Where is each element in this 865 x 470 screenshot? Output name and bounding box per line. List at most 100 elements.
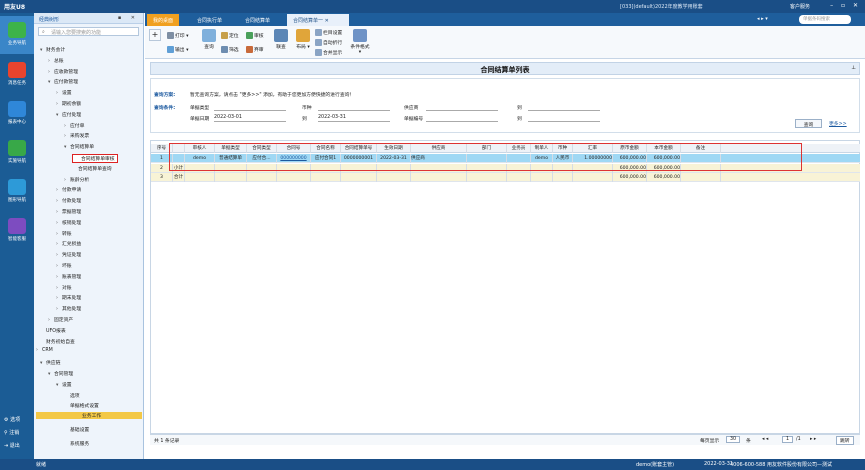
locate-button[interactable]: 定位 — [221, 32, 239, 39]
tree-item[interactable]: › 期末处理 — [56, 294, 81, 301]
unaudit-button[interactable]: 弃审 — [246, 46, 264, 53]
tree-item[interactable]: › 总账 — [48, 57, 64, 64]
filter-button[interactable]: 筛选 — [221, 46, 239, 53]
linked-query-button[interactable]: 联查 — [273, 29, 289, 50]
exit-button[interactable]: ⇥ 退出 — [4, 442, 20, 449]
window-controls[interactable]: – ▫ ✕ — [830, 2, 861, 9]
summary-row[interactable]: 3 合计 600,000.00 600,000.00 — [151, 173, 860, 182]
merge-display-button[interactable]: 合并显示 — [315, 49, 342, 56]
nav-smart-service[interactable]: 智能客服 — [0, 213, 34, 249]
bill-type-input[interactable] — [214, 104, 286, 111]
tree-item[interactable]: 财务初始自查 — [40, 338, 75, 345]
supplier-input[interactable] — [426, 104, 498, 111]
page-input[interactable]: 1 — [782, 436, 794, 443]
tab-my-desktop[interactable]: 我的桌面 — [147, 14, 180, 26]
more-link[interactable]: 更多>> — [829, 120, 847, 127]
bill-date-to-input[interactable]: 2022-03-31 — [318, 115, 390, 122]
tree-item[interactable]: › 应收款管理 — [48, 68, 78, 75]
tree-item[interactable]: › 期初余额 — [56, 100, 81, 107]
tree-search-input[interactable]: ⌕ 请输入您要搜索的功能 — [38, 27, 139, 36]
table-cell — [467, 173, 507, 182]
tree-item[interactable]: › 票据管理 — [56, 208, 81, 215]
currency-input[interactable] — [318, 104, 390, 111]
tree-item[interactable]: › 转账 — [56, 230, 72, 237]
tab-contract-settlement[interactable]: 合同结算单 — [239, 14, 276, 26]
add-button[interactable]: + — [149, 29, 161, 41]
logout-button[interactable]: ⚲ 注销 — [4, 429, 19, 436]
customer-service-button[interactable]: 客户服务 — [790, 3, 810, 10]
tree-item[interactable]: › 固定资产 — [48, 316, 73, 323]
status-company: 4006-600-588 用友软件股份有限公司—测试 — [730, 462, 833, 468]
tree-bottom-basic-settings[interactable]: 基础设置 — [70, 426, 89, 433]
tree-item[interactable]: › 账表管理 — [56, 273, 81, 280]
tree-item[interactable]: ▾ 应付处理 — [56, 111, 81, 118]
tree-item[interactable]: ▾ 合同管理 — [48, 370, 73, 377]
tree-item[interactable]: › 坏账 — [56, 262, 72, 269]
tree-item[interactable]: › 其他处理 — [56, 305, 81, 312]
audit-button[interactable]: 审核 — [246, 32, 264, 39]
tree-item[interactable]: › 凭证处理 — [56, 251, 81, 258]
barcode-search-input[interactable]: 单据条码搜索 — [799, 15, 851, 24]
per-page-unit: 条 — [746, 439, 751, 444]
tree-item[interactable]: › 汇兑损益 — [56, 240, 81, 247]
tree-item[interactable]: 单据格式设置 — [64, 402, 99, 409]
tree-item[interactable]: › 采购发票 — [64, 132, 89, 139]
tree-item[interactable]: ▾ 设置 — [56, 381, 72, 388]
prev-page-button[interactable]: ◂ ◂ — [762, 437, 768, 442]
conditional-format-button[interactable]: 条件格式 ▾ — [349, 29, 371, 55]
bill-date-from-input[interactable]: 2022-03-01 — [214, 115, 286, 122]
tree-item[interactable]: › 账龄分析 — [64, 176, 89, 183]
close-icon[interactable]: ✕ — [325, 18, 329, 24]
tree-item-label: 其他处理 — [62, 307, 82, 313]
layout-icon — [296, 29, 310, 42]
auto-wrap-button[interactable]: 自动折行 — [315, 39, 342, 46]
tab-contract-execution[interactable]: 合同执行单 — [191, 14, 228, 26]
column-settings-button[interactable]: 栏目设置 — [315, 29, 342, 36]
tree-item[interactable]: › 付款处理 — [56, 197, 81, 204]
pin-icon[interactable]: ⊥ — [851, 65, 856, 71]
tree-item[interactable]: ▾ 供应链 — [40, 359, 60, 366]
nav-messages[interactable]: 消息任务 — [0, 57, 34, 93]
tree-item[interactable]: 合同结算单审核 — [72, 154, 118, 163]
tree-item[interactable]: 选项 — [64, 392, 80, 399]
tree-header-controls[interactable]: ▪ ✕ — [118, 15, 139, 21]
query-button-main[interactable]: 查询 — [795, 119, 822, 128]
print-button[interactable]: 打印 ▾ — [167, 32, 189, 39]
implementation-icon — [8, 140, 26, 156]
tab-scroll-controls[interactable]: ◂ ▸ ▾ — [757, 16, 768, 22]
status-text: 就绪 — [36, 462, 47, 468]
status-user: demo(账套主管) — [636, 462, 675, 468]
nav-graphic[interactable]: 图形导航 — [0, 174, 34, 210]
table-cell: 600,000.00 — [647, 173, 681, 182]
query-button[interactable]: 查询 — [201, 29, 217, 50]
tree-item[interactable]: UFO报表 — [40, 327, 66, 334]
tree-item[interactable]: ▾ 合同结算单 — [64, 143, 94, 150]
options-button[interactable]: ⚙ 选项 — [4, 416, 20, 423]
export-button[interactable]: 输出 ▾ — [167, 46, 189, 53]
tree-item[interactable]: ▾ 应付款管理 — [48, 78, 78, 85]
tab-contract-settlement-list[interactable]: 合同结算单一 ✕ — [287, 14, 349, 26]
supplier-label: 供应商 — [404, 106, 419, 111]
tree-item[interactable]: › CRM — [36, 348, 53, 353]
supplier-to-input[interactable] — [528, 104, 600, 111]
tree-item[interactable]: › 核销处理 — [56, 219, 81, 226]
nav-business[interactable]: 业务导航 — [0, 16, 34, 54]
tree-item[interactable]: › 设置 — [56, 89, 72, 96]
tree-item[interactable]: ▾ 财务会计 — [40, 46, 65, 53]
tree-item[interactable]: › 对账 — [56, 284, 72, 291]
tree-item[interactable]: 合同结算单查询 — [72, 165, 112, 172]
tree-bottom-business-work[interactable]: 业务工作 — [36, 412, 142, 419]
per-page-input[interactable]: 30 — [726, 436, 741, 443]
layout-button[interactable]: 布局 ▾ — [295, 29, 311, 50]
jump-button[interactable]: 跳转 — [836, 436, 854, 445]
bill-no-to-input[interactable] — [528, 115, 600, 122]
tree-bottom-system-service[interactable]: 系统服务 — [70, 440, 89, 447]
tree-item-label: 账表管理 — [62, 274, 82, 280]
nav-reports[interactable]: 报表中心 — [0, 96, 34, 132]
tree-item[interactable]: › 应付单 — [64, 122, 84, 129]
merge-icon — [315, 49, 322, 56]
tree-item[interactable]: › 付款申请 — [56, 186, 81, 193]
next-page-button[interactable]: ▸ ▸ — [810, 437, 816, 442]
nav-implementation[interactable]: 实施导航 — [0, 135, 34, 171]
bill-no-input[interactable] — [426, 115, 498, 122]
